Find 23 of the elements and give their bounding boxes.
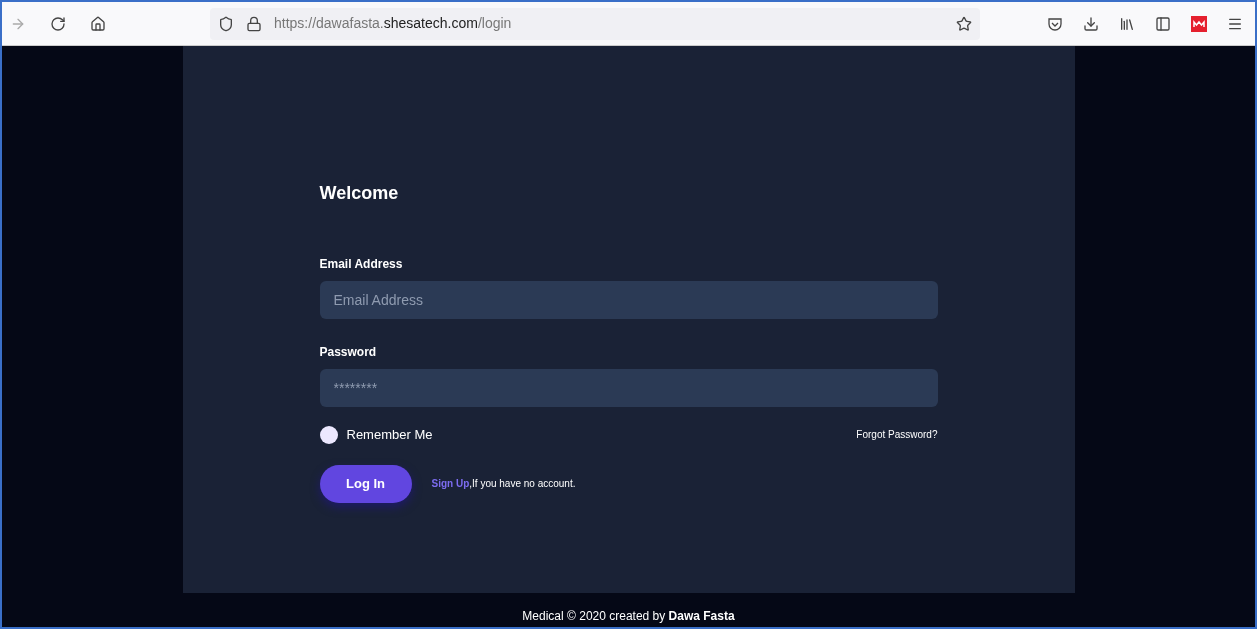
input-field[interactable]: ******** [319,369,938,407]
welcome-heading: Welcome [319,182,400,205]
login-button[interactable]: Log In [319,464,412,503]
reload-icon[interactable] [50,15,66,32]
home-icon[interactable] [90,15,106,32]
field-label: Password [319,344,378,361]
remember-checkbox[interactable] [319,425,338,444]
remember-label: Remember Me [346,426,433,444]
url-text: https://dawafasta.shesatech.com/login [274,14,513,33]
sidebar-icon[interactable] [1155,15,1171,32]
signup-hint: ,If you have no account. [469,477,576,491]
bookmark-star-icon[interactable] [956,15,972,32]
lock-icon [246,15,262,32]
forgot-password-link[interactable]: Forgot Password? [856,427,938,443]
address-bar[interactable]: https://dawafasta.shesatech.com/login [210,7,980,40]
extension-icon[interactable] [1191,15,1207,32]
library-icon[interactable] [1119,15,1135,32]
download-icon[interactable] [1083,15,1099,32]
input-field[interactable]: Email Address [319,281,938,319]
pocket-icon[interactable] [1047,15,1063,32]
shield-icon [218,15,234,32]
footer-text: Medical © 2020 created by Dawa Fasta [522,608,735,625]
field-label: Email Address [319,256,404,273]
